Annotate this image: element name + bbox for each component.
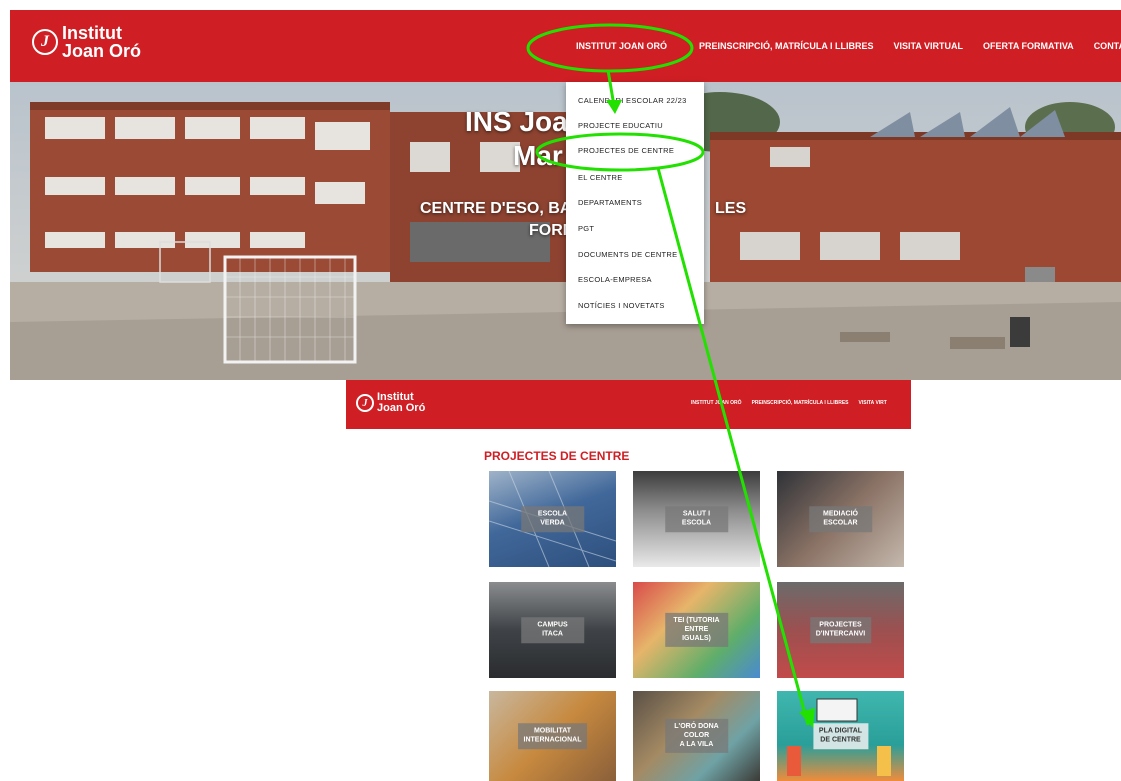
- hero-title-line-2: Mar: [513, 140, 563, 171]
- tile-campus-itaca[interactable]: CAMPUS ITACA: [489, 582, 616, 678]
- site-logo[interactable]: J Institut Joan Oró: [32, 24, 141, 60]
- tile-salut-i-escola[interactable]: SALUT I ESCOLA: [633, 471, 760, 567]
- secondary-logo-line-2: Joan Oró: [377, 402, 426, 414]
- tile-label: L'ORÓ DONA COLOR A LA VILA: [664, 718, 729, 754]
- section-title: PROJECTES DE CENTRE: [484, 449, 630, 463]
- menu-item-calendari[interactable]: CALENDARI ESCOLAR 22/23: [578, 96, 687, 105]
- secondary-nav-item-institut[interactable]: INSTITUT JOAN ORÓ: [691, 400, 742, 406]
- logo-line-1: Institut: [62, 23, 122, 43]
- secondary-nav: INSTITUT JOAN ORÓ PREINSCRIPCIÓ, MATRÍCU…: [691, 400, 887, 406]
- dropdown-menu: CALENDARI ESCOLAR 22/23 PROJECTE EDUCATI…: [566, 82, 704, 324]
- menu-item-el-centre[interactable]: EL CENTRE: [578, 173, 623, 182]
- hero-subtitle-line-1b: LES: [715, 200, 747, 217]
- menu-item-pgt[interactable]: PGT: [578, 224, 594, 233]
- logo-line-2: Joan Oró: [62, 41, 142, 61]
- secondary-site-logo[interactable]: J Institut Joan Oró: [356, 392, 425, 414]
- site-header: J Institut Joan Oró INSTITUT JOAN ORÓ PR…: [10, 10, 1121, 82]
- menu-item-departaments[interactable]: DEPARTAMENTS: [578, 198, 642, 207]
- tile-label: TEI (TUTORIA ENTRE IGUALS): [664, 612, 729, 648]
- tile-label: PLA DIGITAL DE CENTRE: [812, 723, 869, 749]
- tile-label: ESCOLA VERDA: [520, 506, 585, 532]
- menu-item-projecte-educatiu[interactable]: PROJECTE EDUCATIU: [578, 121, 663, 130]
- logo-mark-icon: J: [32, 29, 58, 55]
- menu-item-documents-de-centre[interactable]: DOCUMENTS DE CENTRE: [578, 250, 677, 259]
- nav-item-preinscripcio[interactable]: PREINSCRIPCIÓ, MATRÍCULA I LLIBRES: [699, 41, 874, 51]
- secondary-logo-mark-icon: J: [356, 394, 374, 412]
- tile-label: PROJECTES D'INTERCANVI: [809, 617, 872, 643]
- nav-item-institut[interactable]: INSTITUT JOAN ORÓ: [576, 41, 667, 51]
- tile-label: SALUT I ESCOLA: [664, 506, 729, 532]
- secondary-nav-item-preinscripcio[interactable]: PREINSCRIPCIÓ, MATRÍCULA I LLIBRES: [752, 400, 849, 406]
- tile-label: MEDIACIÓ ESCOLAR: [808, 506, 873, 532]
- nav-item-oferta-formativa[interactable]: OFERTA FORMATIVA: [983, 41, 1074, 51]
- secondary-nav-item-visita-virtual[interactable]: VISITA VIRT: [859, 400, 887, 406]
- tile-mediacio-escolar[interactable]: MEDIACIÓ ESCOLAR: [777, 471, 904, 567]
- menu-item-escola-empresa[interactable]: ESCOLA-EMPRESA: [578, 275, 652, 284]
- nav-item-visita-virtual[interactable]: VISITA VIRTUAL: [894, 41, 964, 51]
- tile-escola-verda[interactable]: ESCOLA VERDA: [489, 471, 616, 567]
- hero-subtitle-line-1: CENTRE D'ESO, BA: [420, 200, 572, 217]
- tile-oro-dona-color[interactable]: L'ORÓ DONA COLOR A LA VILA: [633, 691, 760, 781]
- tile-projectes-intercanvi[interactable]: PROJECTES D'INTERCANVI: [777, 582, 904, 678]
- tile-label: MOBILITAT INTERNACIONAL: [517, 723, 588, 749]
- tile-mobilitat-internacional[interactable]: MOBILITAT INTERNACIONAL: [489, 691, 616, 781]
- menu-item-noticies[interactable]: NOTÍCIES I NOVETATS: [578, 301, 665, 310]
- tile-pla-digital[interactable]: PLA DIGITAL DE CENTRE: [777, 691, 904, 781]
- main-nav: INSTITUT JOAN ORÓ PREINSCRIPCIÓ, MATRÍCU…: [576, 39, 1121, 53]
- secondary-site-header: J Institut Joan Oró INSTITUT JOAN ORÓ PR…: [346, 380, 911, 429]
- tile-label: CAMPUS ITACA: [520, 617, 585, 643]
- tile-tei[interactable]: TEI (TUTORIA ENTRE IGUALS): [633, 582, 760, 678]
- nav-item-contacte[interactable]: CONTACTE: [1094, 41, 1121, 51]
- menu-item-projectes-de-centre[interactable]: PROJECTES DE CENTRE: [578, 146, 674, 155]
